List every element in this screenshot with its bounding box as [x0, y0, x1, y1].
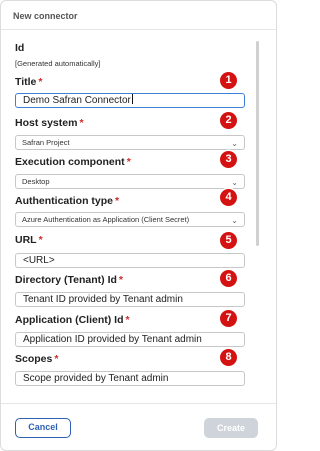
marker-badge-4: 4: [220, 189, 237, 206]
title-label: Title *: [15, 76, 43, 88]
execution-component-label: Execution component *: [15, 156, 131, 168]
cancel-button[interactable]: Cancel: [15, 418, 71, 438]
directory-tenant-id-input[interactable]: Tenant ID provided by Tenant admin: [15, 292, 245, 307]
url-input[interactable]: <URL>: [15, 253, 245, 268]
application-client-id-label: Application (Client) Id *: [15, 314, 130, 326]
required-asterisk: *: [79, 117, 84, 129]
required-asterisk: *: [125, 314, 130, 326]
required-asterisk: *: [54, 353, 59, 365]
title-input[interactable]: Demo Safran Connector: [15, 93, 245, 108]
host-system-select[interactable]: Safran Project ⌄: [15, 135, 245, 150]
dialog-title: New connector: [13, 11, 78, 21]
required-asterisk: *: [38, 234, 43, 246]
text-caret: [131, 94, 133, 104]
chevron-down-icon: ⌄: [231, 216, 238, 225]
marker-badge-1: 1: [220, 72, 237, 89]
authentication-type-select[interactable]: Azure Authentication as Application (Cli…: [15, 212, 245, 227]
required-asterisk: *: [126, 156, 131, 168]
scopes-label: Scopes *: [15, 353, 59, 365]
id-label: Id: [15, 42, 25, 54]
new-connector-dialog: New connector Id [Generated automaticall…: [0, 0, 277, 451]
marker-badge-5: 5: [220, 232, 237, 249]
required-asterisk: *: [118, 274, 123, 286]
id-value: [Generated automatically]: [15, 59, 101, 68]
execution-component-select[interactable]: Desktop ⌄: [15, 174, 245, 189]
header-divider: [1, 29, 276, 30]
create-button[interactable]: Create: [204, 418, 258, 438]
marker-badge-3: 3: [220, 151, 237, 168]
application-client-id-input[interactable]: Application ID provided by Tenant admin: [15, 332, 245, 347]
marker-badge-2: 2: [220, 112, 237, 129]
host-system-label: Host system *: [15, 117, 84, 129]
required-asterisk: *: [115, 195, 120, 207]
url-label: URL *: [15, 234, 43, 246]
marker-badge-8: 8: [220, 349, 237, 366]
authentication-type-label: Authentication type *: [15, 195, 120, 207]
scopes-input[interactable]: Scope provided by Tenant admin: [15, 371, 245, 386]
chevron-down-icon: ⌄: [231, 139, 238, 148]
directory-tenant-id-label: Directory (Tenant) Id *: [15, 274, 123, 286]
footer-divider: [1, 403, 276, 404]
chevron-down-icon: ⌄: [231, 178, 238, 187]
marker-badge-6: 6: [220, 270, 237, 287]
marker-badge-7: 7: [220, 310, 237, 327]
required-asterisk: *: [38, 76, 43, 88]
scrollbar-thumb[interactable]: [256, 41, 259, 246]
